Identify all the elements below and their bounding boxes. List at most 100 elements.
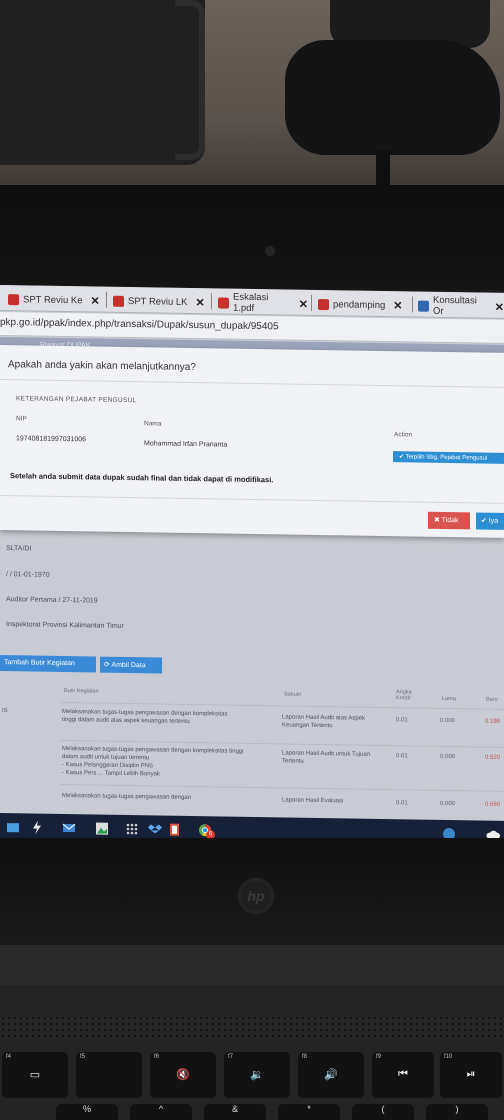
final-warning: Setelah anda submit data dupak sudah fin…	[10, 471, 274, 485]
office-icon[interactable]	[168, 823, 182, 837]
row-3-satuan: Laporan Hasil Evaluasi	[282, 797, 344, 805]
left-chair-frame	[175, 0, 205, 160]
select-pejabat-button[interactable]: ✔ Terpilih Sbg. Pejabat Pengusul	[393, 451, 504, 464]
screen-switch-icon: ▭	[29, 1069, 41, 1081]
row-1-baru: 0.198	[485, 718, 501, 725]
header-angka: Angka Kredit	[396, 689, 412, 702]
key-f4[interactable]: f4 ▭	[2, 1052, 68, 1098]
close-icon[interactable]: ✕	[196, 296, 205, 309]
tab-konsultasi[interactable]: Konsultasi Or ✕	[418, 295, 504, 318]
key-paren-left[interactable]: (	[352, 1104, 414, 1120]
key-f8[interactable]: f8 🔊	[298, 1052, 364, 1098]
tab-spt-reviu-lk[interactable]: SPT Reviu LK ✕	[113, 290, 209, 314]
key-asterisk[interactable]: *	[278, 1104, 340, 1120]
volume-down-icon: 🔉	[250, 1069, 264, 1081]
row-divider	[60, 783, 504, 792]
divider	[0, 379, 504, 388]
key-f7[interactable]: f7 🔉	[224, 1052, 290, 1098]
tab-eskalasi[interactable]: Eskalasi 1.pdf ✕	[218, 291, 308, 314]
photo-scene: SPT Reviu Ke ✕ SPT Reviu LK ✕ Eskalasi 1…	[0, 0, 504, 1120]
key-percent[interactable]: %	[56, 1104, 118, 1120]
close-icon[interactable]: ✕	[299, 297, 308, 310]
dropbox-icon[interactable]	[148, 822, 162, 836]
laptop-hinge	[0, 945, 504, 985]
confirm-button[interactable]: ✔ Iya	[476, 512, 504, 530]
tab-spt-reviu-ke[interactable]: SPT Reviu Ke ✕	[8, 288, 103, 311]
key-paren-right[interactable]: )	[426, 1104, 488, 1120]
row-marker: IS	[2, 708, 8, 715]
tab-label: SPT Reviu Ke	[23, 293, 83, 306]
pdf-icon	[8, 293, 19, 305]
education-text: SLTA/DI	[6, 545, 32, 553]
key-fn-label: f7	[228, 1054, 234, 1060]
pdf-icon	[218, 296, 229, 309]
divider	[0, 495, 504, 504]
tab-pendamping[interactable]: pendamping ✕	[318, 293, 410, 316]
header-butir: Butir Kegiatan	[64, 688, 99, 695]
key-caret[interactable]: ^	[130, 1104, 192, 1120]
confirm-dialog: Apakah anda yakin akan melanjutkannya? K…	[0, 345, 504, 538]
key-f6[interactable]: f6 🔇	[150, 1052, 216, 1098]
speaker-grille	[0, 1015, 504, 1041]
row-2-baru: 0.520	[485, 754, 501, 761]
store-icon[interactable]	[6, 820, 20, 834]
key-f5[interactable]: f5	[76, 1052, 142, 1098]
webcam	[265, 246, 275, 256]
tab-label: pendamping	[333, 298, 386, 311]
tab-separator	[211, 293, 212, 310]
grid-icon[interactable]	[125, 822, 139, 836]
dialog-title: Apakah anda yakin akan melanjutkannya?	[8, 359, 196, 374]
tab-label: Konsultasi Or	[433, 294, 477, 317]
key-fn-label: f6	[154, 1054, 160, 1060]
key-fn-label: f4	[6, 1054, 12, 1060]
nama-label: Nama	[144, 420, 162, 428]
row-2-angka: 0.01	[396, 753, 408, 760]
key-f10[interactable]: f10 ⏯	[440, 1052, 502, 1098]
action-label: Action	[394, 431, 413, 439]
row-2-lama: 0.000	[440, 753, 456, 761]
tab-separator	[412, 296, 413, 313]
tab-label: Eskalasi 1.pdf	[233, 291, 269, 314]
close-icon[interactable]: ✕	[393, 299, 402, 312]
header-baru: Baru	[486, 696, 498, 703]
add-butir-button[interactable]: Tambah Butir Kegiatan	[0, 655, 96, 673]
key-ampersand[interactable]: &	[204, 1104, 266, 1120]
tab-label: SPT Reviu LK	[128, 295, 188, 308]
jabatan-text: Auditor Pertama / 27-11-2019	[6, 596, 98, 605]
close-icon[interactable]: ✕	[495, 300, 504, 313]
ambil-data-button[interactable]: ⟳ Ambil Data	[100, 656, 162, 674]
mute-icon: 🔇	[176, 1069, 190, 1081]
row-1-satuan: Laporan Hasil Audit atas Aspek Keuangan …	[282, 714, 366, 730]
row-1-angka: 0.01	[396, 717, 408, 724]
row-1-lama: 0.000	[440, 717, 456, 725]
photos-icon[interactable]	[95, 821, 109, 835]
nip-label: NIP	[16, 415, 27, 423]
bolt-icon[interactable]	[30, 820, 44, 835]
nama-value: Mohammad Irfan Prananta	[144, 440, 228, 449]
row-3-baru: 0.660	[485, 801, 501, 808]
key-fn-label: f9	[376, 1054, 382, 1060]
site-icon	[418, 300, 429, 312]
key-f9[interactable]: f9 ⏮	[372, 1052, 434, 1098]
cancel-button[interactable]: ✖ Tidak	[428, 511, 470, 530]
nip-value: 197408181997031006	[16, 435, 87, 444]
header-satuan: Satuan	[284, 691, 302, 698]
row-3-butir: Melaksanakan tugas-tugas pengawasan deng…	[62, 792, 192, 802]
row-3-lama: 0.000	[440, 800, 456, 808]
tab-separator	[311, 294, 312, 311]
birth-text: / / 01-01-1970	[6, 571, 50, 579]
header-lama: Lama	[442, 695, 456, 703]
close-icon[interactable]: ✕	[91, 294, 100, 307]
section-heading: KETERANGAN PEJABAT PENGUSUL	[16, 395, 137, 405]
key-fn-label: f10	[444, 1054, 453, 1060]
url-text: pkp.go.id/ppak/index.php/transaksi/Dupak…	[0, 317, 279, 333]
hp-logo: hp	[238, 878, 274, 914]
key-fn-label: f5	[80, 1054, 86, 1060]
mail-icon[interactable]	[62, 821, 76, 835]
key-fn-label: f8	[302, 1054, 308, 1060]
pdf-icon	[318, 298, 329, 310]
laptop-screen: SPT Reviu Ke ✕ SPT Reviu LK ✕ Eskalasi 1…	[0, 285, 504, 848]
row-2-sub2[interactable]: - Kasus Pers ... Tampil Lebih Banyak	[62, 769, 160, 779]
play-pause-icon: ⏯	[466, 1068, 476, 1080]
unit-text: Inspektorat Provinsi Kalimantan Timur	[6, 621, 124, 630]
